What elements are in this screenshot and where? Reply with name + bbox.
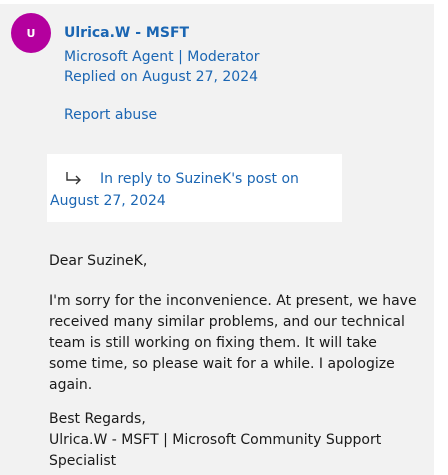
signature-name: Ulrica.W - MSFT | Microsoft Community Su… [49, 432, 382, 469]
message-greeting: Dear SuzineK, [49, 253, 148, 269]
message-signature: Best Regards, Ulrica.W - MSFT | Microsof… [49, 409, 419, 472]
author-roles: Microsoft Agent | Moderator [64, 49, 260, 65]
reply-card: U Ulrica.W - MSFT Microsoft Agent | Mode… [0, 4, 434, 475]
avatar[interactable]: U [11, 13, 51, 53]
in-reply-to-link[interactable]: In reply to SuzineK's post on August 27,… [50, 168, 340, 212]
message-body: I'm sorry for the inconvenience. At pres… [49, 293, 417, 393]
author-name-link[interactable]: Ulrica.W - MSFT [64, 25, 189, 41]
signature-closing: Best Regards, [49, 411, 146, 427]
in-reply-to-box: In reply to SuzineK's post on August 27,… [47, 154, 342, 222]
role-microsoft-agent[interactable]: Microsoft Agent [64, 49, 174, 65]
role-separator: | [178, 49, 183, 65]
replied-date-link[interactable]: Replied on August 27, 2024 [64, 69, 258, 85]
role-moderator[interactable]: Moderator [187, 49, 259, 65]
avatar-initial: U [26, 26, 36, 40]
report-abuse-link[interactable]: Report abuse [64, 107, 157, 123]
